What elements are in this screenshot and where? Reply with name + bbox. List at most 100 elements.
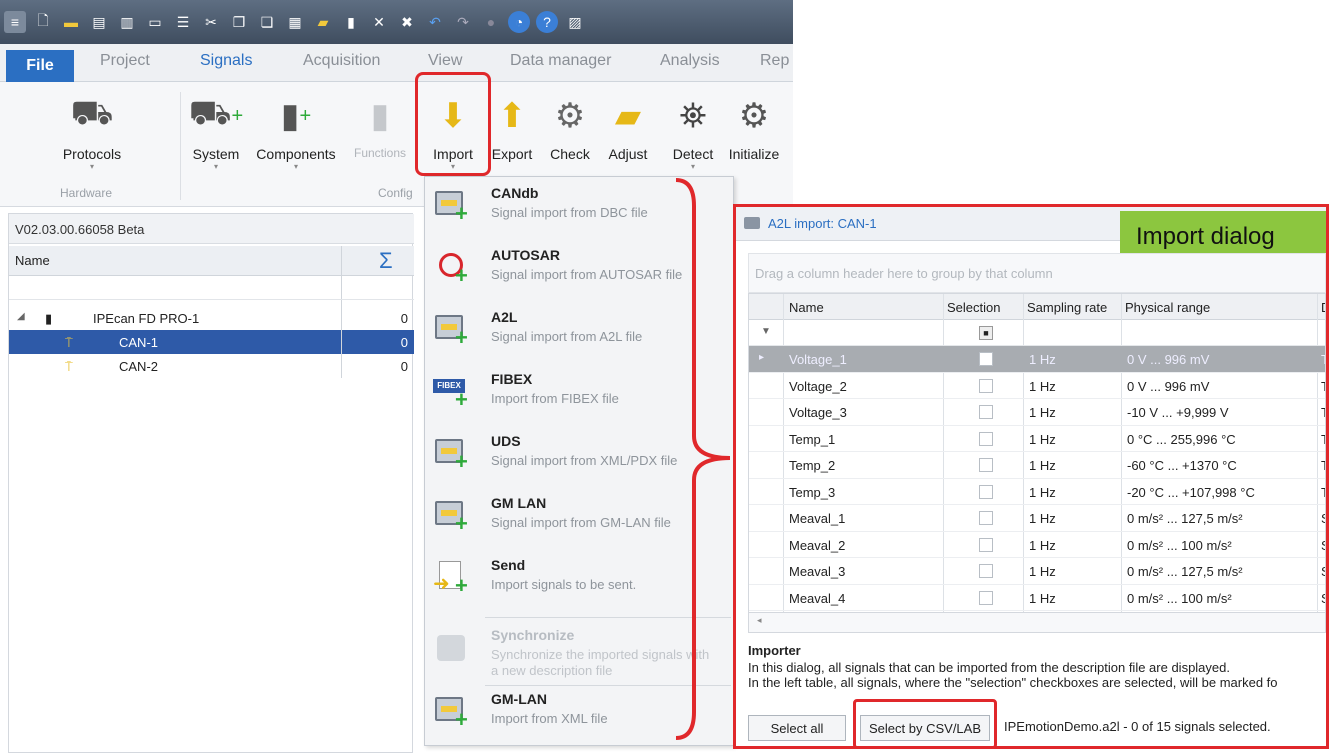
selection-checkbox[interactable] — [979, 431, 993, 446]
selection-checkbox[interactable] — [979, 590, 993, 605]
menu-item-title: Synchronize — [491, 627, 575, 643]
filter-row[interactable] — [9, 276, 414, 300]
search-icon[interactable]: ● — [480, 11, 502, 33]
selection-checkbox[interactable] — [979, 352, 993, 366]
scroll-left-icon[interactable]: ◂ — [757, 615, 762, 626]
open-icon[interactable]: ▬ — [60, 11, 82, 33]
collapse-icon[interactable]: ◢ — [17, 311, 25, 322]
import-highlight — [415, 72, 491, 176]
importer-text-line1: In this dialog, all signals that can be … — [748, 660, 1230, 675]
cell-d: T — [1321, 458, 1325, 473]
selection-checkbox[interactable] — [979, 537, 993, 552]
cell-range: -10 V ... +9,999 V — [1127, 405, 1229, 420]
select-all-checkbox[interactable]: ■ — [979, 326, 993, 340]
initialize-label: Initialize — [728, 146, 780, 162]
folder-icon[interactable]: ▰ — [312, 11, 334, 33]
cell-rate: 1 Hz — [1029, 431, 1056, 447]
grid-row[interactable]: Meaval_4 1 Hz 0 m/s² ... 100 m/s² S — [749, 585, 1325, 611]
menu-item-title: GM-LAN — [491, 691, 547, 707]
column-header-sampling-rate[interactable]: Sampling rate — [1027, 300, 1107, 315]
grid-filter-row[interactable]: ▼ ■ — [749, 320, 1325, 346]
system-button[interactable]: ⛟ + System ▾ — [180, 92, 252, 171]
protocols-button[interactable]: ⛟ Protocols ▾ — [56, 92, 128, 171]
tab-project[interactable]: Project — [100, 52, 150, 70]
column-header-name[interactable]: Name — [789, 300, 824, 315]
selection-checkbox[interactable] — [979, 458, 993, 472]
select-all-button[interactable]: Select all — [748, 715, 846, 741]
menu-item-title: UDS — [491, 433, 521, 449]
app-icon[interactable]: ≡ — [4, 11, 26, 33]
initialize-button[interactable]: ⚙ Initialize — [718, 92, 790, 162]
document-icon[interactable]: ▮ — [340, 11, 362, 33]
tab-signals[interactable]: Signals — [200, 52, 252, 70]
grid-row[interactable]: Temp_3 1 Hz -20 °C ... +107,998 °C T — [749, 479, 1325, 505]
grid-row[interactable]: Voltage_3 1 Hz -10 V ... +9,999 V T — [749, 399, 1325, 426]
tab-acquisition[interactable]: Acquisition — [303, 52, 380, 70]
cell-rate: 1 Hz — [1029, 378, 1056, 394]
column-header-physical-range[interactable]: Physical range — [1125, 300, 1210, 315]
cell-d: S — [1321, 538, 1325, 553]
column-header-name[interactable]: Name — [15, 253, 50, 268]
a2l-icon: + — [433, 311, 469, 349]
tab-file[interactable]: File — [6, 50, 74, 82]
cut-icon[interactable]: ✂ — [200, 11, 222, 33]
grid-row[interactable]: Voltage_2 1 Hz 0 V ... 996 mV T — [749, 373, 1325, 399]
column-header-d[interactable]: D — [1321, 300, 1325, 315]
tab-view[interactable]: View — [428, 52, 462, 70]
selection-checkbox[interactable] — [979, 484, 993, 499]
cell-name: Temp_3 — [789, 484, 836, 500]
horizontal-scrollbar[interactable]: ◂ — [748, 613, 1326, 633]
components-label: Components — [256, 146, 336, 162]
functions-button[interactable]: ▮ Functions — [344, 92, 416, 160]
selection-checkbox[interactable] — [979, 378, 993, 393]
group-by-area[interactable]: Drag a column header here to group by th… — [748, 253, 1326, 293]
grid-row[interactable]: Temp_1 1 Hz 0 °C ... 255,996 °C T — [749, 426, 1325, 452]
new-file-icon[interactable]: 🗋 — [32, 11, 54, 33]
tree-panel: V02.03.00.66058 Beta Name Σ ◢ ▮ IPEcan F… — [8, 213, 414, 753]
selection-checkbox[interactable] — [979, 511, 993, 525]
adjust-button[interactable]: ▰ Adjust — [592, 92, 664, 162]
help-icon[interactable]: ? — [536, 11, 558, 33]
save-icon[interactable]: ▤ — [88, 11, 110, 33]
delete-all-icon[interactable]: ✖ — [396, 11, 418, 33]
globe-icon[interactable]: ◔ — [508, 11, 530, 33]
cell-d: T — [1321, 405, 1325, 420]
grid-row[interactable]: Meaval_2 1 Hz 0 m/s² ... 100 m/s² S — [749, 532, 1325, 558]
cell-range: 0 °C ... 255,996 °C — [1127, 431, 1236, 447]
tab-analysis[interactable]: Analysis — [660, 52, 720, 70]
window-icon[interactable]: ▨ — [564, 11, 586, 33]
selection-checkbox[interactable] — [979, 564, 993, 578]
tab-data-manager[interactable]: Data manager — [510, 52, 611, 70]
redo-icon[interactable]: ↷ — [452, 11, 474, 33]
selection-checkbox[interactable] — [979, 405, 993, 419]
menu-icon[interactable]: ☰ — [172, 11, 194, 33]
tree-row[interactable]: ◢ ▮ IPEcan FD PRO-1 0 — [9, 306, 414, 330]
grid-row[interactable]: ▸ Voltage_1 1 Hz 0 V ... 996 mV T — [749, 346, 1325, 373]
system-icon: ⛟ + — [188, 94, 244, 132]
components-button[interactable]: ▮ + Components ▾ — [254, 92, 338, 171]
gm-lan-xml-icon: + — [433, 693, 469, 731]
clipboard-icon[interactable]: ▦ — [284, 11, 306, 33]
cell-range: 0 V ... 996 mV — [1127, 378, 1210, 394]
ribbon-tabs: File Project Signals Acquisition View Da… — [0, 44, 793, 82]
print-icon[interactable]: ▭ — [144, 11, 166, 33]
grid-row[interactable]: Temp_2 1 Hz -60 °C ... +1370 °C T — [749, 452, 1325, 479]
menu-item-title: AUTOSAR — [491, 247, 560, 263]
filter-icon[interactable]: ▼ — [761, 326, 771, 337]
undo-icon[interactable]: ↶ — [424, 11, 446, 33]
adjust-label: Adjust — [608, 146, 648, 162]
delete-icon[interactable]: ✕ — [368, 11, 390, 33]
grid-row[interactable]: Meaval_3 1 Hz 0 m/s² ... 127,5 m/s² S — [749, 558, 1325, 585]
paste-icon[interactable]: ❏ — [256, 11, 278, 33]
tab-report[interactable]: Rep — [760, 52, 789, 70]
column-header-selection[interactable]: Selection — [947, 300, 1000, 315]
cell-name: Meaval_4 — [789, 590, 846, 606]
grid-row[interactable]: Meaval_1 1 Hz 0 m/s² ... 127,5 m/s² S — [749, 505, 1325, 532]
cell-rate: 1 Hz — [1029, 511, 1056, 526]
sum-icon[interactable]: Σ — [379, 248, 393, 274]
copy-icon[interactable]: ❐ — [228, 11, 250, 33]
save-as-icon[interactable]: ▥ — [116, 11, 138, 33]
cell-name: Voltage_3 — [789, 405, 847, 420]
tree-row[interactable]: ⍑ CAN-2 0 — [9, 354, 414, 378]
tree-row-selected[interactable]: ⍑ CAN-1 0 — [9, 330, 414, 354]
